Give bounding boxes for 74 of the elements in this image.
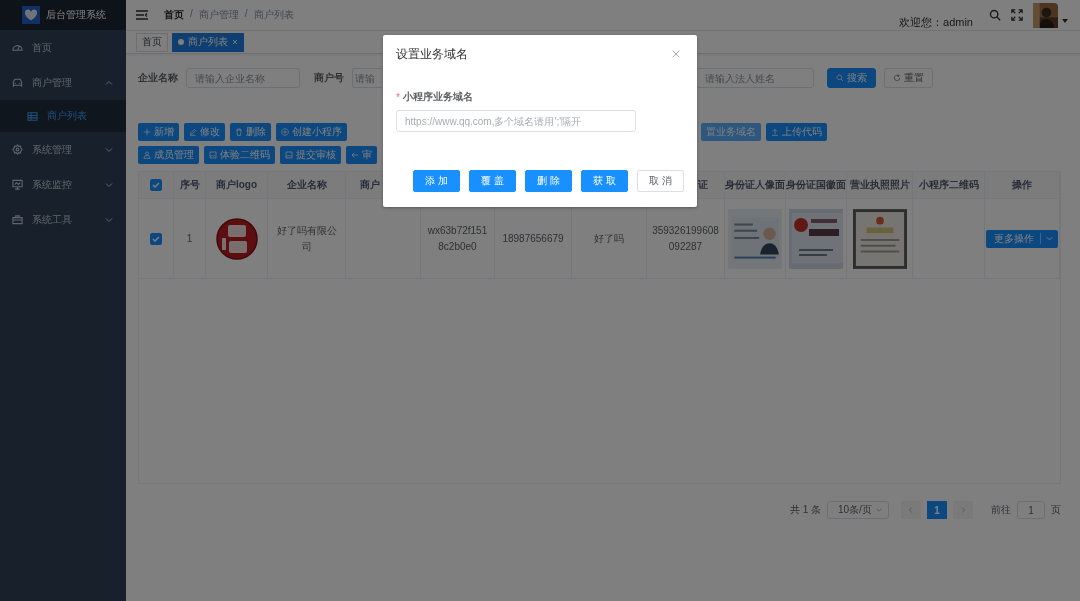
arrow-left-icon xyxy=(351,151,359,159)
dialog-button[interactable]: 获 取 xyxy=(581,170,628,192)
breadcrumb-separator: / xyxy=(244,8,248,21)
toolbar-button[interactable]: 上传代码 xyxy=(766,123,827,141)
user-icon xyxy=(143,151,151,159)
table-cell: 好了吗有限公司 xyxy=(268,199,346,279)
column-header: 身份证人像面 xyxy=(725,172,786,199)
trash-icon xyxy=(235,128,243,136)
toolbar-button[interactable]: 提交审核 xyxy=(280,146,341,164)
more-actions-button[interactable]: 更多操作 xyxy=(986,229,1058,248)
caret-icon[interactable] xyxy=(1062,19,1068,23)
toolbox-icon xyxy=(12,214,23,225)
column-header: 商户logo xyxy=(206,172,268,199)
close-icon[interactable] xyxy=(672,50,680,58)
column-header: 身份证国徽面 xyxy=(786,172,847,199)
table-cell: 1 xyxy=(174,199,206,279)
column-header: 序号 xyxy=(174,172,206,199)
column-header: 营业执照照片 xyxy=(847,172,913,199)
dialog-title: 设置业务域名 xyxy=(396,45,468,63)
toolbar-button[interactable]: 体验二维码 xyxy=(204,146,275,164)
app-title: 后台管理系统 xyxy=(46,8,106,22)
car-icon xyxy=(12,77,23,88)
dialog-button[interactable]: 添 加 xyxy=(413,170,460,192)
upload-icon xyxy=(771,128,779,136)
page-input[interactable]: 1 xyxy=(1017,501,1045,519)
welcome-text: 欢迎您：admin xyxy=(899,14,973,30)
search-button[interactable]: 搜索 xyxy=(827,68,876,88)
field-label: 企业名称 xyxy=(138,71,178,85)
sidebar-item[interactable]: 首页 xyxy=(0,30,126,65)
goto-label: 前往 xyxy=(991,503,1011,517)
search-icon[interactable] xyxy=(989,9,1001,21)
reset-button[interactable]: 重置 xyxy=(884,68,933,88)
required-mark: * xyxy=(396,91,400,103)
input-field[interactable]: https://www.qq.com,多个域名请用';'隔开 xyxy=(396,110,636,132)
page-number[interactable]: 1 xyxy=(927,501,947,519)
gear-icon xyxy=(12,144,23,155)
field-label: 商户号 xyxy=(314,71,344,85)
image-icon xyxy=(209,151,217,159)
toolbar-button[interactable]: 置业务域名 xyxy=(701,123,761,141)
table-icon xyxy=(27,110,38,122)
toolbar-button[interactable]: 创建小程序 xyxy=(276,123,347,141)
dialog-button[interactable]: 删 除 xyxy=(525,170,572,192)
page-suffix: 页 xyxy=(1051,503,1061,517)
heart-logo-icon xyxy=(22,6,40,24)
page-tab[interactable]: 首页 xyxy=(136,32,168,52)
page-size-select[interactable]: 10条/页 xyxy=(827,501,889,519)
total-count: 共 1 条 xyxy=(789,503,821,517)
search-icon xyxy=(836,74,844,82)
breadcrumb-separator: / xyxy=(190,8,193,21)
fullscreen-icon[interactable] xyxy=(1011,9,1023,21)
checkbox[interactable] xyxy=(150,179,162,191)
pencil-icon xyxy=(189,128,197,136)
page-tab[interactable]: 商户列表 xyxy=(172,32,244,52)
breadcrumb-item[interactable]: 首页 xyxy=(164,8,184,22)
dialog-button[interactable]: 覆 盖 xyxy=(469,170,516,192)
sidebar-subitem[interactable]: 商户列表 xyxy=(0,100,126,132)
column-header: 企业名称 xyxy=(268,172,346,199)
column-header: 小程序二维码 xyxy=(913,172,985,199)
toolbar-button[interactable]: 修改 xyxy=(184,123,225,141)
gauge-icon xyxy=(12,42,23,53)
toolbar-button[interactable]: 删除 xyxy=(230,123,271,141)
plus-icon xyxy=(143,128,151,136)
toolbar-button[interactable]: 审 xyxy=(346,146,377,164)
toolbar-button[interactable]: 成员管理 xyxy=(138,146,199,164)
dialog-button[interactable]: 取 消 xyxy=(637,170,684,192)
caret-icon xyxy=(875,506,883,514)
refresh-icon xyxy=(893,74,901,82)
column-header: 操作 xyxy=(985,172,1060,199)
checkbox[interactable] xyxy=(150,232,162,245)
toolbar-button[interactable]: 新增 xyxy=(138,123,179,141)
monitor-icon xyxy=(12,179,23,190)
menu-icon[interactable] xyxy=(136,10,148,20)
field-label: 小程序业务域名 xyxy=(402,90,473,104)
image-icon xyxy=(285,151,293,159)
